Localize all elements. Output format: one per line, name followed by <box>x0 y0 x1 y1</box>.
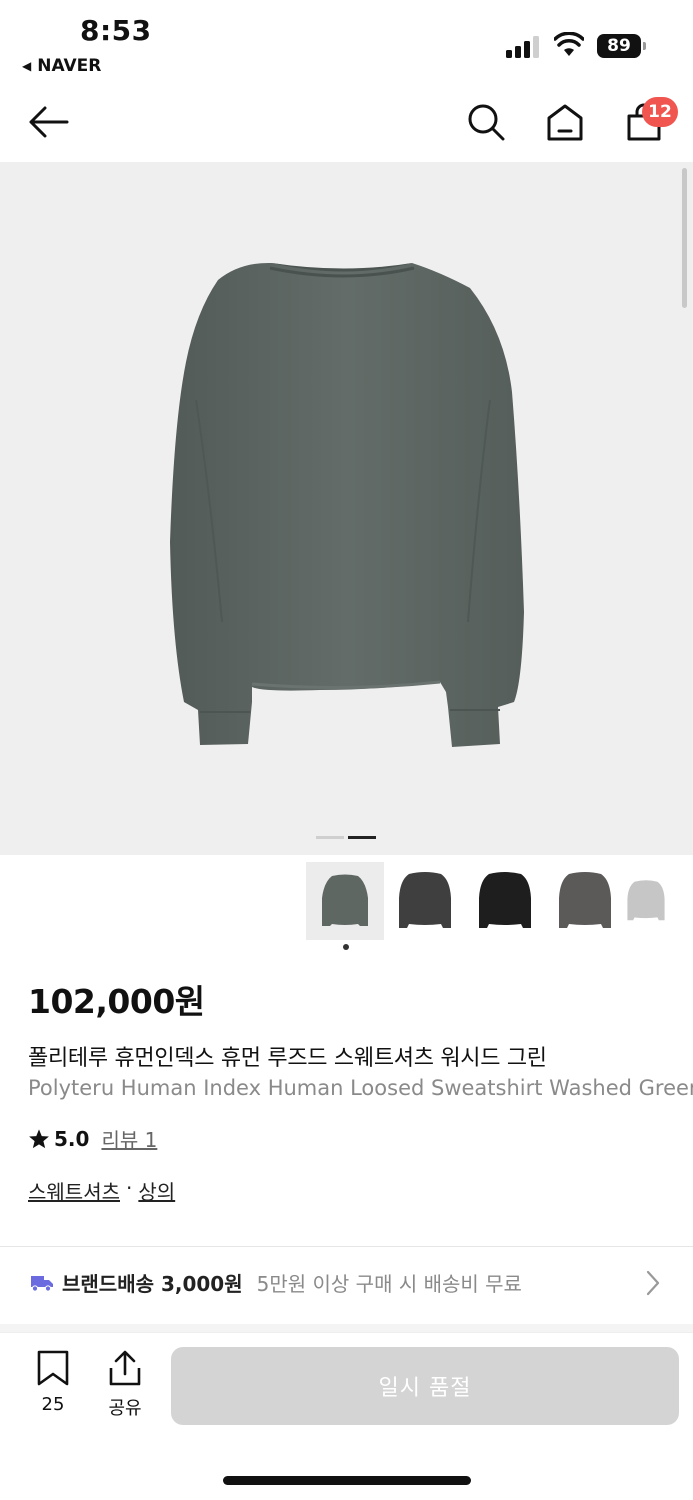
wifi-icon <box>554 32 584 56</box>
review-link[interactable]: 리뷰 1 <box>101 1124 157 1153</box>
cellular-signal-icon <box>506 36 542 58</box>
thumbnail-selected-dot <box>343 944 349 950</box>
rating-row: 5.0 리뷰 1 <box>28 1124 157 1153</box>
bookmark-button[interactable]: 25 <box>30 1350 76 1415</box>
product-title-english: Polyteru Human Index Human Loosed Sweats… <box>28 1076 693 1100</box>
back-to-app-link[interactable]: ◀ NAVER <box>22 56 101 76</box>
category-link-sweatshirt[interactable]: 스웨트셔츠 <box>28 1176 120 1205</box>
product-price: 102,000원 <box>28 982 205 1021</box>
thumbnail-grey[interactable] <box>546 862 624 940</box>
thumb-sweatshirt <box>322 874 368 926</box>
home-button[interactable] <box>541 98 589 146</box>
share-button[interactable]: 공유 <box>100 1350 150 1420</box>
divider <box>0 1246 693 1247</box>
home-indicator[interactable] <box>223 1476 471 1485</box>
slide-dot[interactable] <box>316 836 344 839</box>
shipping-info-row[interactable]: 브랜드배송 3,000원 5만원 이상 구매 시 배송비 무료 <box>30 1268 522 1297</box>
thumb-sweatshirt <box>559 872 611 928</box>
battery-level: 89 <box>597 34 641 58</box>
arrow-left-icon <box>29 106 69 138</box>
sold-out-button[interactable]: 일시 품절 <box>171 1347 679 1425</box>
free-shipping-note: 5만원 이상 구매 시 배송비 무료 <box>256 1272 522 1296</box>
cart-count-badge: 12 <box>642 97 678 127</box>
thumbnail-black[interactable] <box>466 862 544 940</box>
back-app-label: NAVER <box>37 56 102 76</box>
bookmark-icon <box>37 1350 69 1386</box>
sweatshirt-image <box>170 262 524 747</box>
product-title-korean: 폴리테루 휴먼인덱스 휴먼 루즈드 스웨트셔츠 워시드 그린 <box>28 1046 547 1071</box>
section-divider <box>0 1324 693 1332</box>
delivery-truck-icon <box>31 1275 53 1292</box>
share-icon <box>109 1350 141 1386</box>
category-link-top[interactable]: 상의 <box>138 1176 175 1205</box>
home-icon <box>547 104 583 141</box>
star-icon <box>29 1128 49 1148</box>
shipping-fee: 브랜드배송 3,000원 <box>62 1272 243 1296</box>
back-button[interactable] <box>24 98 72 146</box>
status-time: 8:53 <box>80 14 152 47</box>
share-label: 공유 <box>108 1398 142 1419</box>
status-bar: 8:53 ◀ NAVER 89 <box>0 0 693 84</box>
battery-icon: 89 <box>597 34 647 58</box>
thumbnail-green[interactable] <box>306 862 384 940</box>
slide-indicator <box>316 836 376 839</box>
thumb-sweatshirt <box>399 872 451 928</box>
thumbnail-charcoal[interactable] <box>386 862 464 940</box>
rating-score: 5.0 <box>54 1126 90 1151</box>
category-breadcrumb: 스웨트셔츠 · 상의 <box>28 1176 175 1205</box>
thumbnail-light-grey[interactable] <box>626 862 666 940</box>
search-icon <box>468 104 505 141</box>
back-triangle-icon: ◀ <box>22 59 32 73</box>
chevron-right-icon[interactable] <box>646 1270 660 1296</box>
thumb-sweatshirt <box>479 872 531 928</box>
color-thumbnails <box>306 862 666 940</box>
bookmark-count: 25 <box>41 1394 65 1415</box>
top-navigation <box>0 90 693 156</box>
slide-dot-active[interactable] <box>348 836 376 839</box>
category-separator: · <box>126 1176 133 1200</box>
search-button[interactable] <box>462 98 510 146</box>
thumb-sweatshirt <box>627 880 665 921</box>
image-scrollbar <box>682 168 687 308</box>
product-image[interactable] <box>0 162 693 855</box>
